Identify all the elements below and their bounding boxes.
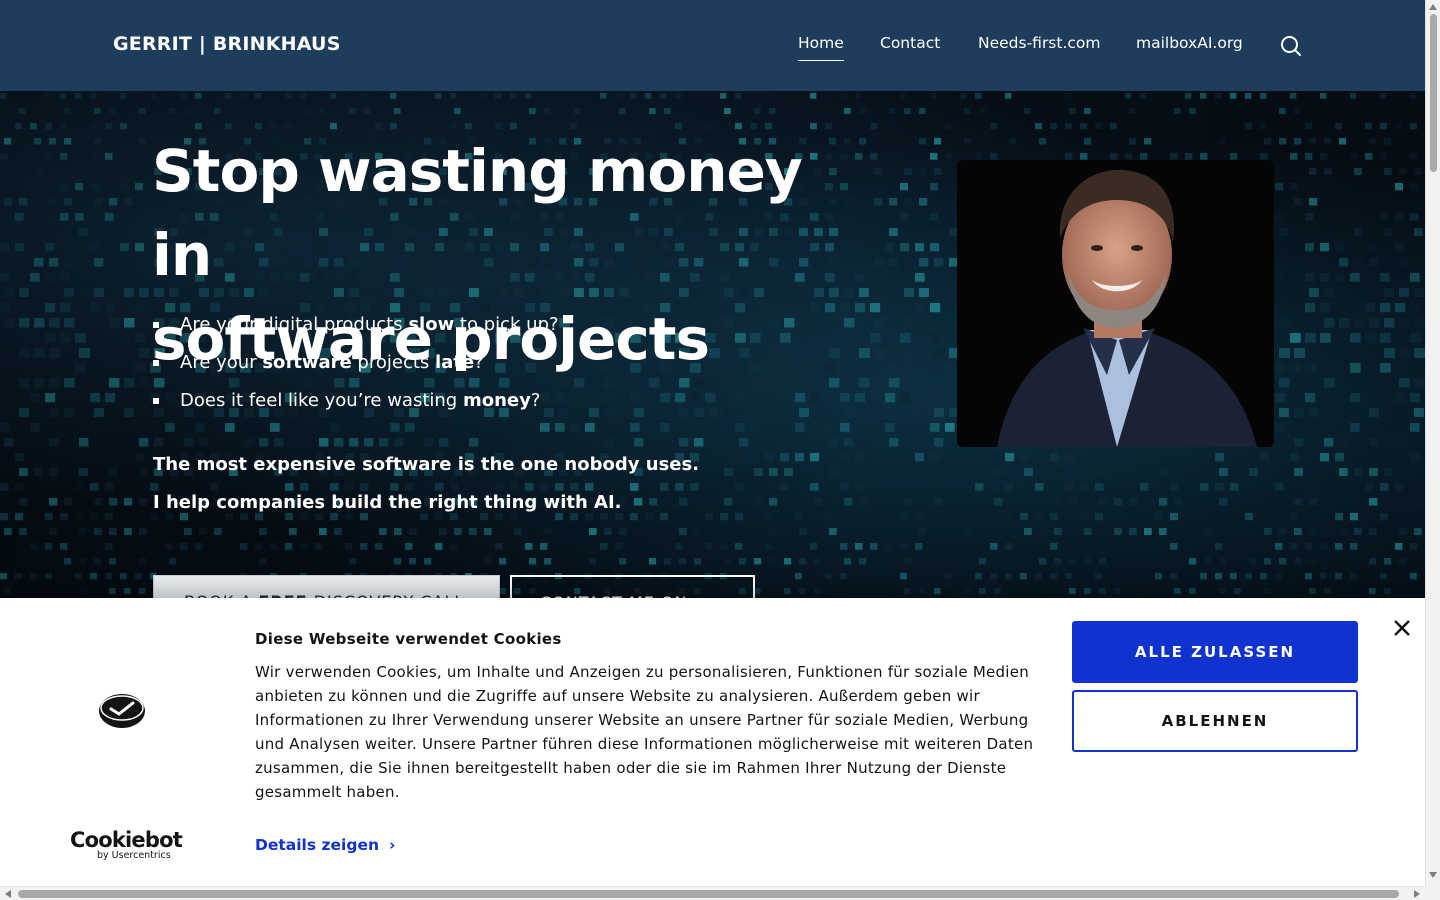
horizontal-scrollbar[interactable] — [0, 886, 1425, 900]
cookie-banner-title: Diese Webseite verwendet Cookies — [255, 630, 562, 648]
profile-photo — [957, 160, 1274, 447]
cookie-banner: Cookiebot by Usercentrics Diese Webseite… — [0, 598, 1425, 886]
vertical-scrollbar[interactable] — [1425, 0, 1440, 886]
cookiebot-name: Cookiebot — [70, 828, 183, 852]
hero-bullets: Are your digital products slow to pick u… — [152, 313, 559, 427]
nav-item-needs-first[interactable]: Needs-first.com — [978, 34, 1101, 60]
allow-all-button[interactable]: ALLE ZULASSEN — [1072, 621, 1358, 683]
nav-item-contact[interactable]: Contact — [880, 34, 940, 60]
scroll-down-arrow-icon[interactable] — [1429, 872, 1437, 878]
show-details-link[interactable]: Details zeigen › — [255, 836, 395, 854]
cookie-banner-text: Wir verwenden Cookies, um Inhalte und An… — [255, 663, 1034, 801]
cookiebot-brand: Cookiebot by Usercentrics — [70, 828, 183, 861]
scrollbar-corner — [1425, 886, 1440, 900]
hero-subtagline: I help companies build the right thing w… — [153, 492, 622, 513]
scroll-left-arrow-icon[interactable] — [5, 890, 11, 898]
site-header: GERRIT | BRINKHAUS Home Contact Needs-fi… — [0, 0, 1425, 91]
hero-section: Stop wasting money in software projects … — [0, 91, 1425, 601]
chevron-right-icon: › — [389, 836, 396, 854]
search-icon[interactable] — [1280, 35, 1302, 57]
nav-item-home[interactable]: Home — [798, 34, 844, 61]
horizontal-scroll-thumb[interactable] — [18, 890, 1399, 898]
hero-tagline: The most expensive software is the one n… — [153, 454, 700, 475]
cookiebot-subtitle: by Usercentrics — [97, 850, 171, 861]
scroll-up-arrow-icon[interactable] — [1429, 4, 1437, 10]
list-item: Does it feel like you’re wasting money? — [152, 389, 559, 427]
list-item: Are your digital products slow to pick u… — [152, 313, 559, 351]
nav-item-mailboxai[interactable]: mailboxAI.org — [1136, 34, 1243, 60]
close-icon[interactable] — [1391, 617, 1413, 639]
main-nav: Home Contact Needs-first.com mailboxAI.o… — [0, 34, 1425, 64]
scroll-right-arrow-icon[interactable] — [1414, 890, 1420, 898]
cookiebot-logo-icon — [98, 692, 146, 730]
hero-title-line1: Stop wasting money in — [152, 137, 803, 289]
deny-button[interactable]: ABLEHNEN — [1072, 690, 1358, 752]
list-item: Are your software projects late? — [152, 351, 559, 389]
vertical-scroll-thumb[interactable] — [1430, 14, 1437, 172]
